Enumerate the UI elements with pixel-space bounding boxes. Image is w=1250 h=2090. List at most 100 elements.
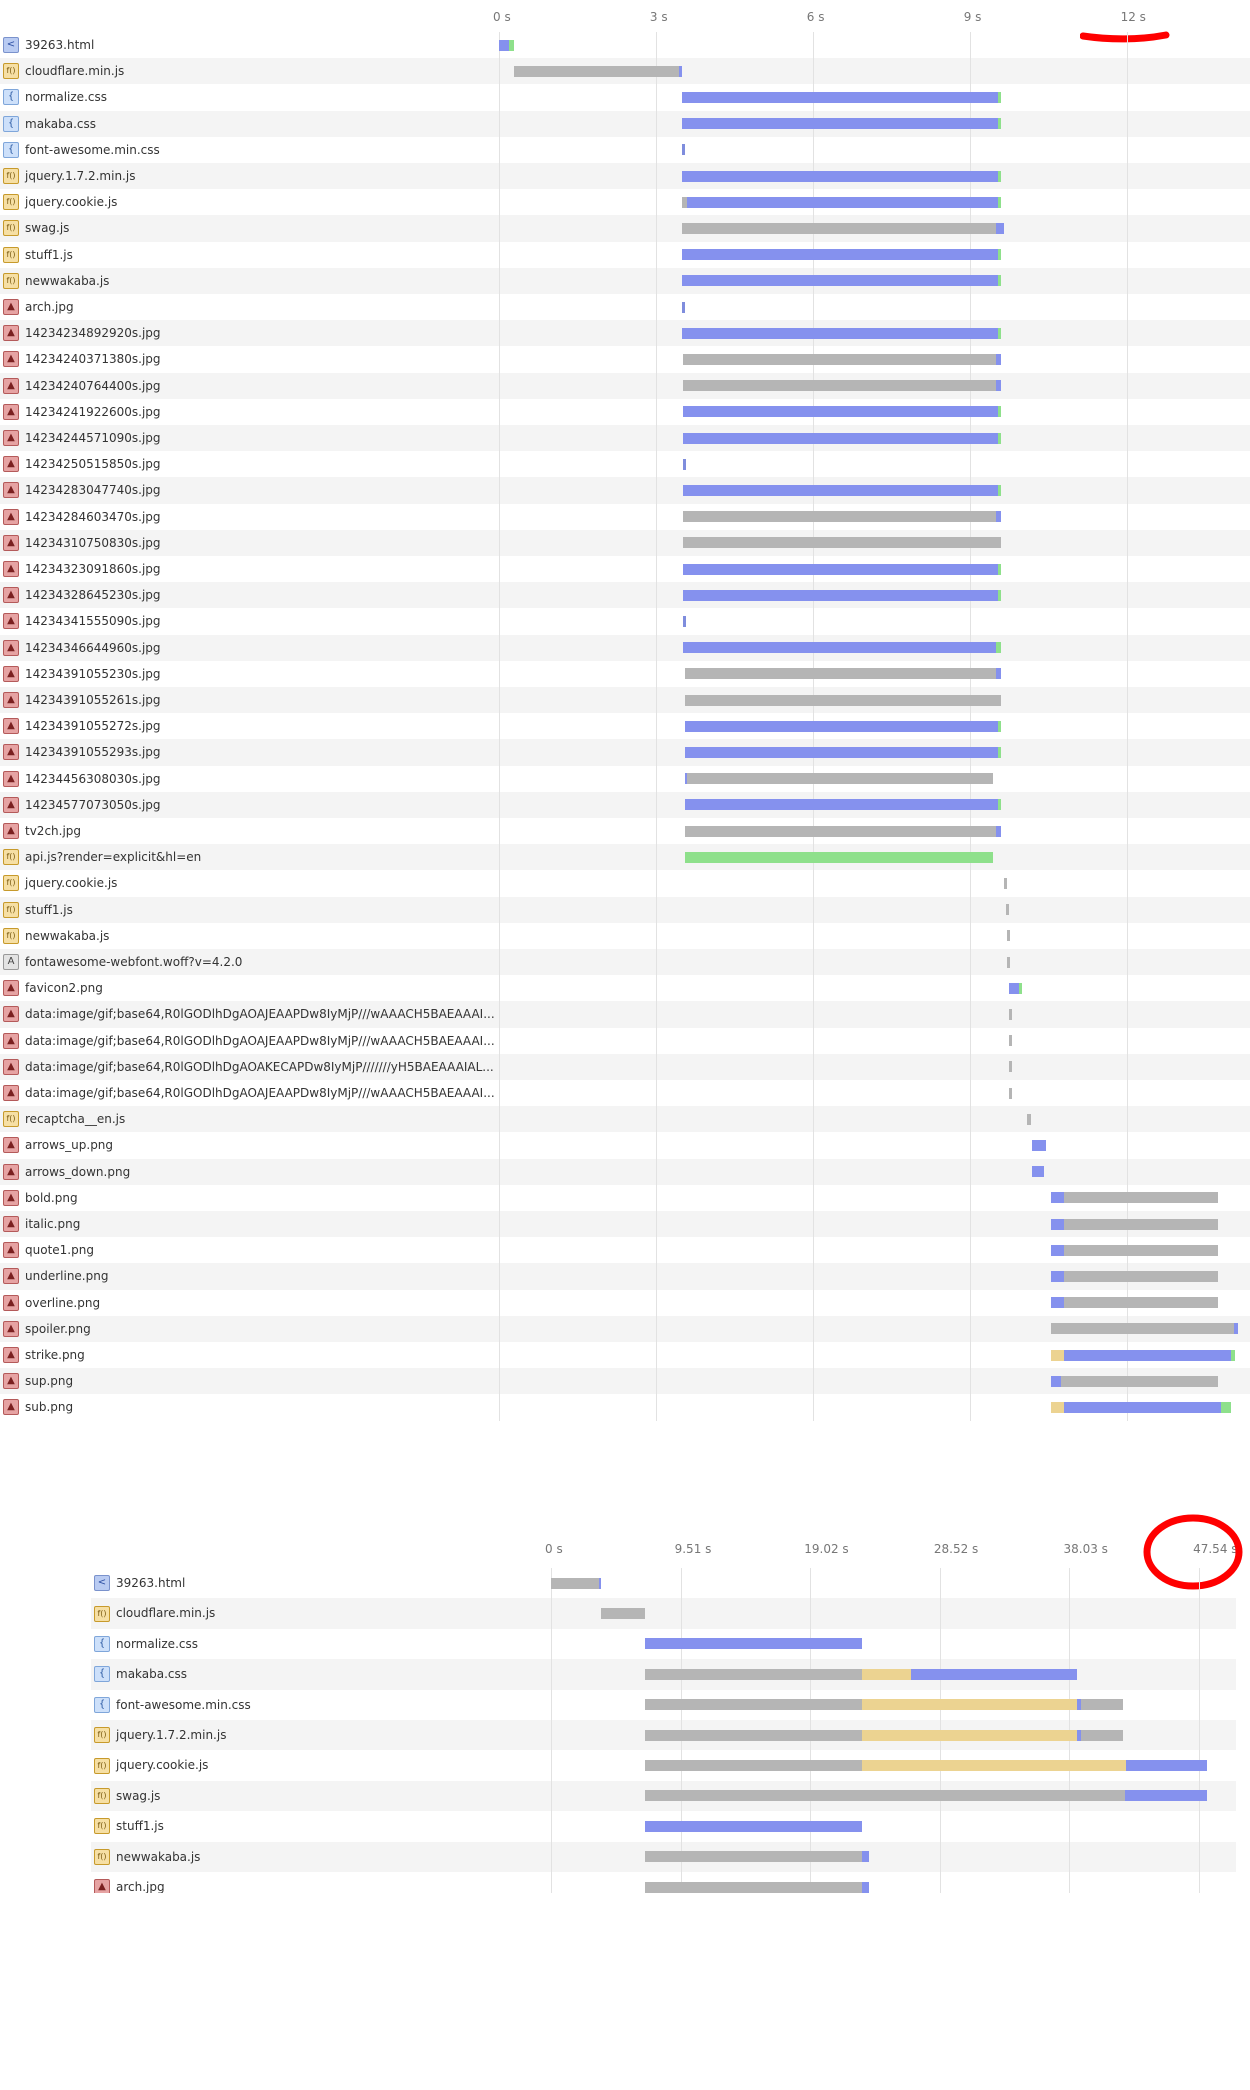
request-url[interactable]: recaptcha__en.js <box>25 1106 125 1132</box>
request-url[interactable]: 39263.html <box>116 1568 185 1598</box>
request-row[interactable]: ▲ data:image/gif;base64,R0lGODlhDgAOAJEAA… <box>0 1001 1250 1028</box>
request-row[interactable]: f() jquery.cookie.js <box>91 1750 1236 1780</box>
request-url[interactable]: arch.jpg <box>116 1872 165 1893</box>
request-row[interactable]: f() swag.js <box>91 1780 1236 1812</box>
request-url[interactable]: newwakaba.js <box>25 268 109 294</box>
request-url[interactable]: data:image/gif;base64,R0lGODlhDgAOAJEAAP… <box>25 1028 495 1054</box>
request-url[interactable]: normalize.css <box>116 1629 198 1659</box>
request-url[interactable]: 14234391055272s.jpg <box>25 713 161 739</box>
request-url[interactable]: spoiler.png <box>25 1316 91 1342</box>
request-url[interactable]: tv2ch.jpg <box>25 818 81 844</box>
request-row[interactable]: ▲ overline.png <box>0 1290 1250 1316</box>
request-row[interactable]: ▲ 14234283047740s.jpg <box>0 477 1250 504</box>
request-row[interactable]: ▲ 14234391055261s.jpg <box>0 687 1250 714</box>
request-url[interactable]: makaba.css <box>25 111 96 137</box>
request-url[interactable]: cloudflare.min.js <box>25 58 124 84</box>
request-url[interactable]: newwakaba.js <box>25 923 109 949</box>
request-url[interactable]: makaba.css <box>116 1659 187 1689</box>
request-row[interactable]: ▲ 14234346644960s.jpg <box>0 634 1250 661</box>
request-url[interactable]: stuff1.js <box>25 897 73 923</box>
request-url[interactable]: sub.png <box>25 1394 73 1420</box>
request-url[interactable]: swag.js <box>116 1781 160 1811</box>
request-row[interactable]: ▲ data:image/gif;base64,R0lGODlhDgAOAJEAA… <box>0 1028 1250 1054</box>
request-url[interactable]: 14234341555090s.jpg <box>25 608 161 634</box>
request-row[interactable]: ▲ 14234391055293s.jpg <box>0 739 1250 766</box>
request-row[interactable]: f() jquery.1.7.2.min.js <box>0 163 1250 190</box>
request-url[interactable]: 14234328645230s.jpg <box>25 582 161 608</box>
request-row[interactable]: f() newwakaba.js <box>91 1841 1236 1872</box>
request-row[interactable]: ▲ quote1.png <box>0 1237 1250 1263</box>
request-row[interactable]: f() cloudflare.min.js <box>91 1598 1236 1629</box>
request-row[interactable]: ▲ 14234240764400s.jpg <box>0 372 1250 399</box>
request-row[interactable]: ▲ 14234234892920s.jpg <box>0 320 1250 347</box>
request-url[interactable]: stuff1.js <box>116 1811 164 1841</box>
request-row[interactable]: ▲ arch.jpg <box>0 294 1250 320</box>
request-url[interactable]: sup.png <box>25 1368 73 1394</box>
request-url[interactable]: 14234391055261s.jpg <box>25 687 161 713</box>
request-url[interactable]: font-awesome.min.css <box>25 137 160 163</box>
request-url[interactable]: 14234240371380s.jpg <box>25 346 161 372</box>
request-row[interactable]: ▲ 14234240371380s.jpg <box>0 346 1250 372</box>
request-row[interactable]: ▲ 14234341555090s.jpg <box>0 608 1250 634</box>
request-url[interactable]: font-awesome.min.css <box>116 1690 251 1720</box>
request-row[interactable]: ▲ 14234310750830s.jpg <box>0 529 1250 556</box>
request-row[interactable]: ▲ bold.png <box>0 1185 1250 1211</box>
request-url[interactable]: 14234250515850s.jpg <box>25 451 161 477</box>
request-row[interactable]: ▲ underline.png <box>0 1263 1250 1290</box>
request-row[interactable]: {normalize.css <box>91 1629 1236 1659</box>
request-url[interactable]: 14234577073050s.jpg <box>25 792 161 818</box>
request-url[interactable]: cloudflare.min.js <box>116 1598 215 1628</box>
request-url[interactable]: 14234346644960s.jpg <box>25 635 161 661</box>
request-row[interactable]: ▲ italic.png <box>0 1211 1250 1238</box>
request-url[interactable]: newwakaba.js <box>116 1842 200 1872</box>
request-url[interactable]: 14234323091860s.jpg <box>25 556 161 582</box>
request-url[interactable]: 14234234892920s.jpg <box>25 320 161 346</box>
request-row[interactable]: f() jquery.cookie.js <box>0 870 1250 896</box>
request-url[interactable]: jquery.cookie.js <box>25 189 117 215</box>
request-row[interactable]: {font-awesome.min.css <box>91 1690 1236 1720</box>
request-url[interactable]: strike.png <box>25 1342 85 1368</box>
request-row[interactable]: ▲ 14234328645230s.jpg <box>0 582 1250 609</box>
request-row[interactable]: ▲ tv2ch.jpg <box>0 818 1250 844</box>
request-url[interactable]: overline.png <box>25 1290 100 1316</box>
request-url[interactable]: 39263.html <box>25 32 94 58</box>
request-url[interactable]: arrows_down.png <box>25 1159 130 1185</box>
request-row[interactable]: ▲ data:image/gif;base64,R0lGODlhDgAOAKECA… <box>0 1053 1250 1080</box>
request-url[interactable]: 14234241922600s.jpg <box>25 399 161 425</box>
request-url[interactable]: 14234310750830s.jpg <box>25 530 161 556</box>
request-url[interactable]: jquery.cookie.js <box>116 1750 208 1780</box>
request-row[interactable]: ▲ arrows_up.png <box>0 1132 1250 1158</box>
request-url[interactable]: data:image/gif;base64,R0lGODlhDgAOAJEAAP… <box>25 1080 495 1106</box>
request-row[interactable]: {makaba.css <box>0 110 1250 137</box>
request-row[interactable]: ▲ 14234323091860s.jpg <box>0 556 1250 582</box>
request-url[interactable]: 14234391055230s.jpg <box>25 661 161 687</box>
request-url[interactable]: jquery.1.7.2.min.js <box>116 1720 226 1750</box>
request-row[interactable]: f() jquery.1.7.2.min.js <box>91 1720 1236 1751</box>
request-row[interactable]: ▲ data:image/gif;base64,R0lGODlhDgAOAJEAA… <box>0 1080 1250 1106</box>
request-url[interactable]: 14234284603470s.jpg <box>25 504 161 530</box>
request-row[interactable]: <39263.html <box>91 1568 1236 1598</box>
request-url[interactable]: 14234244571090s.jpg <box>25 425 161 451</box>
request-url[interactable]: normalize.css <box>25 84 107 110</box>
request-url[interactable]: stuff1.js <box>25 242 73 268</box>
request-url[interactable]: arch.jpg <box>25 294 74 320</box>
request-row[interactable]: <39263.html <box>0 32 1250 58</box>
request-row[interactable]: f() swag.js <box>0 215 1250 242</box>
request-row[interactable]: f() jquery.cookie.js <box>0 189 1250 215</box>
request-row[interactable]: ▲ 14234391055230s.jpg <box>0 661 1250 687</box>
request-row[interactable]: f() recaptcha__en.js <box>0 1106 1250 1133</box>
request-url[interactable]: arrows_up.png <box>25 1132 113 1158</box>
request-row[interactable]: ▲ arrows_down.png <box>0 1158 1250 1185</box>
request-url[interactable]: jquery.cookie.js <box>25 870 117 896</box>
request-row[interactable]: ▲ sup.png <box>0 1368 1250 1395</box>
request-row[interactable]: ▲ 14234391055272s.jpg <box>0 713 1250 739</box>
request-url[interactable]: api.js?render=explicit&hl=en <box>25 844 201 870</box>
request-row[interactable]: ▲ strike.png <box>0 1342 1250 1368</box>
request-url[interactable]: swag.js <box>25 215 69 241</box>
request-row[interactable]: ▲ arch.jpg <box>91 1872 1236 1893</box>
request-url[interactable]: 14234456308030s.jpg <box>25 766 161 792</box>
request-url[interactable]: fontawesome-webfont.woff?v=4.2.0 <box>25 949 242 975</box>
request-row[interactable]: ▲ 14234250515850s.jpg <box>0 451 1250 477</box>
request-url[interactable]: favicon2.png <box>25 975 103 1001</box>
request-url[interactable]: data:image/gif;base64,R0lGODlhDgAOAKECAP… <box>25 1054 494 1080</box>
